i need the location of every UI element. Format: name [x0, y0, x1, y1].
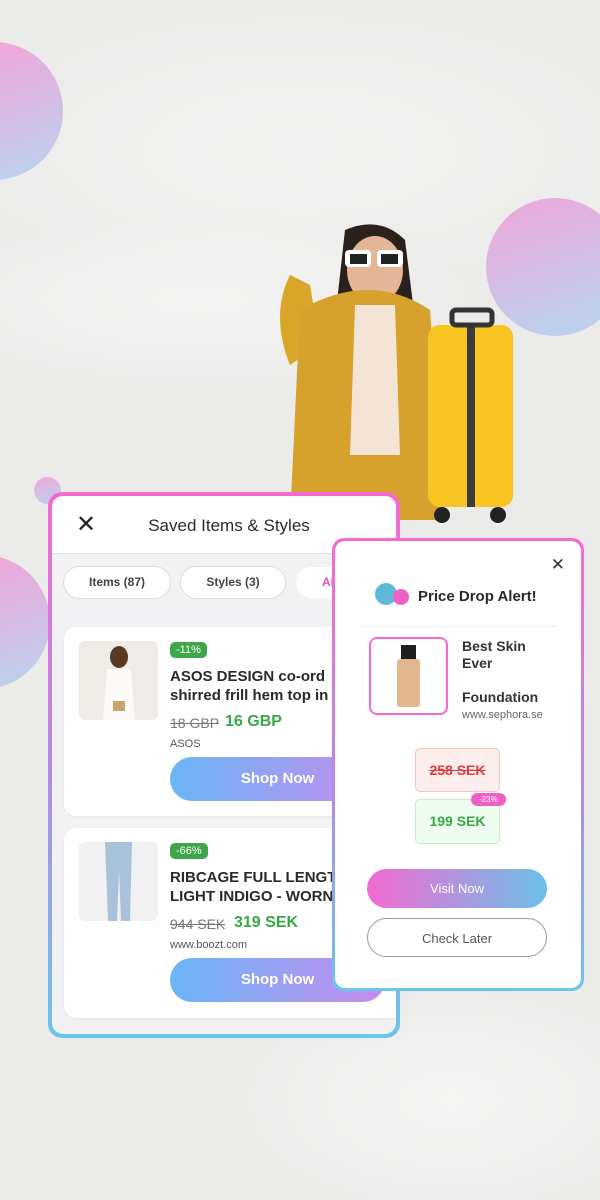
- discount-badge: -11%: [170, 642, 207, 658]
- discount-badge: -23%: [471, 793, 506, 806]
- price-drop-alert-popup: ✕ Price Drop Alert! Best Skin Ever Foundat…: [332, 538, 584, 991]
- decor-circle: [0, 555, 50, 689]
- store-name: ASOS: [170, 738, 201, 750]
- divider: [359, 626, 557, 627]
- tab-items[interactable]: Items (87): [63, 566, 171, 599]
- panel-title: Saved Items & Styles: [148, 516, 310, 535]
- old-price: 18 GBP: [170, 715, 220, 731]
- old-price: 258 SEK: [415, 748, 500, 792]
- product-image: [79, 842, 158, 921]
- product-image: [79, 641, 158, 720]
- check-later-button[interactable]: Check Later: [367, 918, 547, 957]
- alert-title: Price Drop Alert!: [418, 588, 537, 605]
- bell-icon: [393, 589, 409, 605]
- decor-circle: [0, 42, 63, 180]
- visit-now-button[interactable]: Visit Now: [367, 869, 547, 908]
- product-name[interactable]: Best Skin Ever Foundation: [462, 638, 538, 706]
- new-price: 319 SEK: [234, 914, 299, 931]
- store-name: www.boozt.com: [170, 939, 248, 951]
- discount-badge: -66%: [170, 843, 208, 859]
- store-url: www.sephora.se: [462, 709, 543, 721]
- product-name[interactable]: ASOS DESIGN co-ord shirred frill hem top …: [170, 667, 328, 705]
- close-icon[interactable]: ✕: [551, 555, 565, 575]
- model-with-suitcase-image: [280, 224, 513, 523]
- product-image: [369, 637, 448, 715]
- product-name[interactable]: RIBCAGE FULL LENGT LIGHT INDIGO - WORN: [170, 868, 336, 906]
- new-price: 16 GBP: [225, 713, 282, 730]
- old-price: 944 SEK: [170, 916, 226, 932]
- tab-styles[interactable]: Styles (3): [180, 566, 286, 599]
